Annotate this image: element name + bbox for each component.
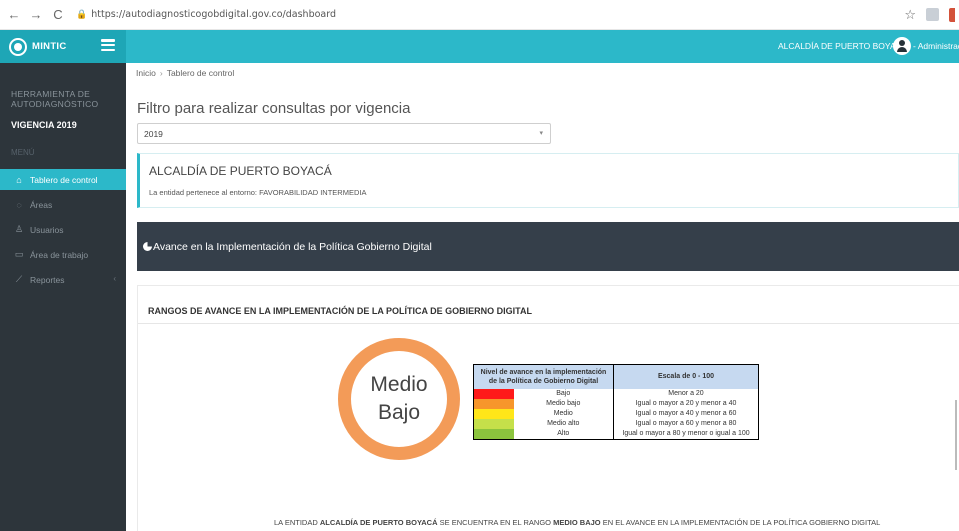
swatch-medio-alto [473, 418, 514, 429]
level-label: Bajo [556, 389, 571, 397]
hamburger-menu-icon[interactable] [101, 39, 115, 51]
swatch-medio-bajo [473, 398, 514, 409]
level-label: Medio bajo [546, 399, 581, 407]
sidebar-item-label: Reportes [30, 274, 65, 285]
header-entity-name: ALCALDÍA DE PUERTO BOYACÁ [778, 41, 908, 51]
forward-arrow-icon[interactable]: → [28, 7, 44, 22]
level-range: Igual o mayor a 40 y menor a 60 [613, 408, 759, 419]
sidebar-item-label: Usuarios [30, 224, 64, 235]
chevron-left-icon: ‹ [113, 274, 116, 283]
entity-subtitle: La entidad pertenece al entorno: FAVORAB… [149, 188, 367, 197]
user-avatar-icon[interactable] [893, 37, 911, 55]
vigencia-select[interactable]: 2019 ▾ [137, 123, 551, 144]
level-label: Alto [557, 429, 570, 437]
address-bar[interactable]: https://autodiagnosticogobdigital.gov.co… [91, 9, 336, 20]
mintic-logo-icon [9, 37, 27, 56]
swatch-medio [473, 408, 514, 419]
breadcrumb-home[interactable]: Inicio [136, 68, 156, 78]
swatch-alto [473, 428, 514, 439]
level-ring: Medio Bajo [338, 338, 460, 460]
breadcrumb-current: Tablero de control [166, 68, 235, 78]
sidebar: HERRAMIENTA DE AUTODIAGNÓSTICO VIGENCIA … [0, 63, 126, 531]
bookmark-star-icon[interactable]: ☆ [904, 7, 916, 23]
section-title: Avance en la Implementación de la Políti… [153, 240, 432, 253]
rangos-card: RANGOS DE AVANCE EN LA IMPLEMENTACIÓN DE… [137, 285, 959, 531]
sidebar-item-label: Tablero de control [30, 174, 98, 185]
sidebar-tool-title: HERRAMIENTA DE AUTODIAGNÓSTICO [11, 89, 99, 109]
sidebar-item-area-trabajo[interactable]: ▭ Área de trabajo [0, 244, 126, 265]
sidebar-item-label: Áreas [30, 199, 53, 210]
sidebar-item-reportes[interactable]: ⟋ Reportes ‹ [0, 269, 126, 290]
rangos-title: RANGOS DE AVANCE EN LA IMPLEMENTACIÓN DE… [148, 306, 533, 316]
vigencia-select-value: 2019 [144, 129, 163, 139]
ring-line-2: Bajo [377, 401, 421, 424]
sidebar-item-tablero[interactable]: ⌂ Tablero de control [0, 169, 126, 190]
filter-title: Filtro para realizar consultas por vigen… [137, 100, 411, 117]
breadcrumb: Inicio › Tablero de control [136, 68, 235, 78]
extension-icon[interactable] [949, 7, 955, 22]
app-header: MINTIC ALCALDÍA DE PUERTO BOYACÁ - Admin… [0, 30, 959, 63]
chart-icon: ⟋ [15, 274, 23, 284]
scale-header-level: Nivel de avance en la implementación de … [473, 364, 614, 389]
swatch-bajo [473, 388, 514, 399]
home-icon: ⌂ [16, 174, 22, 185]
level-range: Igual o mayor a 20 y menor a 40 [613, 398, 759, 409]
pie-chart-icon [143, 242, 152, 251]
users-icon: ♙ [14, 224, 24, 234]
brand-name: MINTIC [32, 41, 67, 52]
table-row: Medio bajo Igual o mayor a 20 y menor a … [473, 398, 759, 409]
result-entity: ALCALDÍA DE PUERTO BOYACÁ [319, 518, 438, 527]
entity-title: ALCALDÍA DE PUERTO BOYACÁ [149, 164, 332, 178]
user-menu[interactable]: - Administrador [913, 41, 959, 51]
divider [138, 323, 959, 324]
table-row: Alto Igual o mayor a 80 y menor o igual … [473, 428, 759, 439]
sidebar-item-areas[interactable]: ◌ Áreas [0, 194, 126, 215]
section-header: Avance en la Implementación de la Políti… [137, 222, 959, 271]
back-arrow-icon[interactable]: ← [6, 7, 22, 22]
level-range: Menor a 20 [613, 388, 759, 399]
sidebar-item-label: Área de trabajo [30, 249, 89, 260]
scrollbar[interactable] [955, 400, 957, 470]
scale-table: Nivel de avance en la implementación de … [473, 364, 759, 440]
level-label: Medio [553, 409, 573, 417]
sidebar-menu-label: MENÚ [11, 148, 35, 157]
desk-icon: ▭ [14, 249, 24, 259]
level-label: Medio alto [547, 419, 580, 427]
pdf-extension-icon[interactable] [926, 8, 939, 21]
sidebar-vigencia: VIGENCIA 2019 [11, 120, 77, 130]
sidebar-item-usuarios[interactable]: ♙ Usuarios [0, 219, 126, 240]
main-content: Inicio › Tablero de control Filtro para re… [126, 63, 959, 531]
table-row: Bajo Menor a 20 [473, 388, 759, 399]
ring-line-1: Medio [370, 373, 428, 396]
lock-icon: 🔒 [76, 9, 88, 19]
entity-card: ALCALDÍA DE PUERTO BOYACÁ La entidad per… [137, 153, 959, 208]
table-row: Medio alto Igual o mayor a 60 y menor a … [473, 418, 759, 429]
result-statement: LA ENTIDAD ALCALDÍA DE PUERTO BOYACÁ SE … [274, 518, 881, 527]
pin-icon: ◌ [16, 199, 22, 210]
reload-icon[interactable]: C [50, 7, 66, 22]
result-level: MEDIO BAJO [553, 518, 601, 527]
browser-toolbar: ← → C 🔒 https://autodiagnosticogobdigita… [0, 0, 959, 30]
scale-header-range: Escala de 0 - 100 [613, 364, 759, 389]
chevron-down-icon: ▾ [539, 130, 543, 137]
table-row: Medio Igual o mayor a 40 y menor a 60 [473, 408, 759, 419]
level-range: Igual o mayor a 80 y menor o igual a 100 [613, 428, 759, 439]
level-range: Igual o mayor a 60 y menor a 80 [613, 418, 759, 429]
